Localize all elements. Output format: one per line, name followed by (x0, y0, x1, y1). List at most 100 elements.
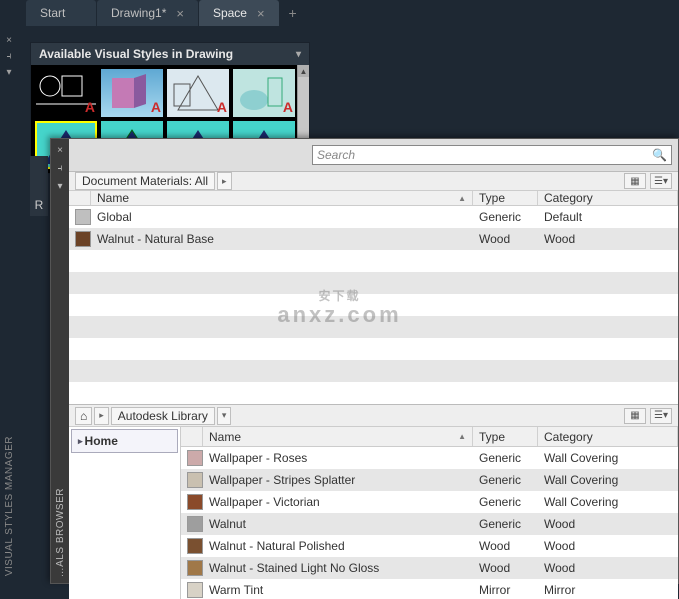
style-swatch[interactable]: A (233, 69, 295, 117)
a-badge-icon: A (283, 99, 293, 115)
table-row[interactable]: Walnut - Natural Base Wood Wood (69, 228, 678, 250)
search-input[interactable]: Search 🔍 (312, 145, 672, 165)
grid-view-icon[interactable]: ▦ (624, 173, 646, 189)
chevron-right-icon[interactable]: ▸ (217, 172, 232, 190)
table-row[interactable]: Walnut - Natural Polished Wood Wood (181, 535, 678, 557)
r-label: R (35, 198, 44, 212)
column-category[interactable]: Category (538, 427, 678, 446)
panel-title: Available Visual Styles in Drawing (39, 47, 233, 61)
library-tree: ▸Home (69, 427, 181, 599)
chevron-right-icon: ▸ (78, 436, 83, 447)
cell-type: Mirror (479, 583, 510, 597)
style-swatch[interactable]: A (167, 69, 229, 117)
materials-browser-window: × ⫞ ▾ …ALS BROWSER Search 🔍 Document Mat… (50, 138, 679, 584)
list-view-icon[interactable]: ☰▾ (650, 408, 672, 424)
tab-label: Start (40, 6, 65, 20)
cell-type: Wood (479, 539, 510, 553)
empty-row (69, 338, 678, 360)
list-view-icon[interactable]: ☰▾ (650, 173, 672, 189)
breadcrumb[interactable]: Document Materials: All (75, 172, 215, 190)
column-name[interactable]: Name▲ (203, 427, 473, 446)
column-label: Category (544, 430, 593, 444)
pin-icon[interactable]: ⫞ (58, 163, 63, 175)
lib-grid-header: Name▲ Type Category (181, 427, 678, 447)
sort-asc-icon: ▲ (458, 194, 466, 203)
table-row[interactable]: Wallpaper - Victorian Generic Wall Cover… (181, 491, 678, 513)
scroll-up-icon[interactable]: ▲ (298, 65, 309, 77)
column-swatch[interactable] (69, 191, 91, 205)
cell-category: Wall Covering (544, 495, 618, 509)
table-row[interactable]: Wallpaper - Roses Generic Wall Covering (181, 447, 678, 469)
column-label: Type (479, 430, 505, 444)
grid-view-icon[interactable]: ▦ (624, 408, 646, 424)
library-split: ▸Home Name▲ Type Category Wallpaper - Ro… (69, 427, 678, 599)
column-name[interactable]: Name▲ (91, 191, 473, 205)
close-icon[interactable]: × (176, 6, 184, 21)
material-swatch-icon (187, 538, 203, 554)
cell-category: Wood (544, 232, 575, 246)
library-grid: Name▲ Type Category Wallpaper - Roses Ge… (181, 427, 678, 599)
cell-type: Generic (479, 451, 521, 465)
material-swatch-icon (187, 582, 203, 598)
material-swatch-icon (75, 231, 91, 247)
tab-drawing1[interactable]: Drawing1*× (97, 0, 198, 26)
visual-styles-side-strip: × ⫞ ▾ VISUAL STYLES MANAGER (0, 30, 18, 584)
cell-name: Walnut - Natural Polished (209, 539, 345, 553)
cell-type: Wood (479, 232, 510, 246)
breadcrumb[interactable]: Autodesk Library (111, 407, 215, 425)
material-swatch-icon (187, 560, 203, 576)
chevron-right-icon[interactable]: ▸ (94, 407, 109, 425)
tab-start[interactable]: Start (26, 0, 96, 26)
close-icon[interactable]: × (4, 36, 14, 46)
material-swatch-icon (187, 494, 203, 510)
column-type[interactable]: Type (473, 191, 538, 205)
table-row[interactable]: Walnut - Stained Light No Gloss Wood Woo… (181, 557, 678, 579)
column-swatch[interactable] (181, 427, 203, 446)
column-type[interactable]: Type (473, 427, 538, 446)
chevron-down-icon[interactable]: ▾ (296, 49, 301, 60)
close-icon[interactable]: × (257, 6, 265, 21)
panel-header[interactable]: Available Visual Styles in Drawing ▾ (31, 43, 309, 65)
panel-title-vertical: …ALS BROWSER (55, 488, 66, 577)
cell-name: Wallpaper - Victorian (209, 495, 320, 509)
table-row[interactable]: Warm Tint Mirror Mirror (181, 579, 678, 599)
empty-row (69, 360, 678, 382)
cell-name: Walnut - Natural Base (97, 232, 214, 246)
column-category[interactable]: Category (538, 191, 678, 205)
document-tab-bar: Start Drawing1*× Space × + (0, 0, 679, 26)
a-badge-icon: A (217, 99, 227, 115)
empty-row (69, 272, 678, 294)
table-row[interactable]: Global Generic Default (69, 206, 678, 228)
cell-category: Wood (544, 517, 575, 531)
tab-label: Space (213, 6, 247, 20)
lib-grid-body: Wallpaper - Roses Generic Wall Covering … (181, 447, 678, 599)
material-swatch-icon (187, 516, 203, 532)
close-icon[interactable]: × (57, 145, 63, 157)
cell-type: Generic (479, 473, 521, 487)
menu-icon[interactable]: ▾ (57, 181, 62, 193)
style-swatch[interactable]: A (35, 69, 97, 117)
table-row[interactable]: Walnut Generic Wood (181, 513, 678, 535)
breadcrumb-label: Document Materials: All (82, 174, 208, 188)
empty-row (69, 250, 678, 272)
empty-row (69, 316, 678, 338)
cell-category: Mirror (544, 583, 575, 597)
home-button[interactable]: ⌂ (75, 407, 92, 425)
chevron-down-icon[interactable]: ▾ (217, 407, 232, 425)
material-swatch-icon (75, 209, 91, 225)
style-swatch[interactable]: A (101, 69, 163, 117)
cell-name: Wallpaper - Roses (209, 451, 307, 465)
pin-icon[interactable]: ⫞ (4, 52, 14, 62)
materials-body: Search 🔍 Document Materials: All ▸ ▦ ☰▾ … (69, 139, 678, 583)
doc-grid-header: Name▲ Type Category (69, 191, 678, 206)
empty-row (69, 294, 678, 316)
cell-category: Wall Covering (544, 451, 618, 465)
menu-icon[interactable]: ▾ (4, 68, 14, 78)
cell-category: Wall Covering (544, 473, 618, 487)
tree-item-home[interactable]: ▸Home (71, 429, 178, 453)
tab-space[interactable]: Space × (199, 0, 279, 26)
column-label: Type (479, 191, 505, 205)
add-tab-button[interactable]: + (280, 0, 306, 26)
table-row[interactable]: Wallpaper - Stripes Splatter Generic Wal… (181, 469, 678, 491)
search-row: Search 🔍 (69, 139, 678, 172)
